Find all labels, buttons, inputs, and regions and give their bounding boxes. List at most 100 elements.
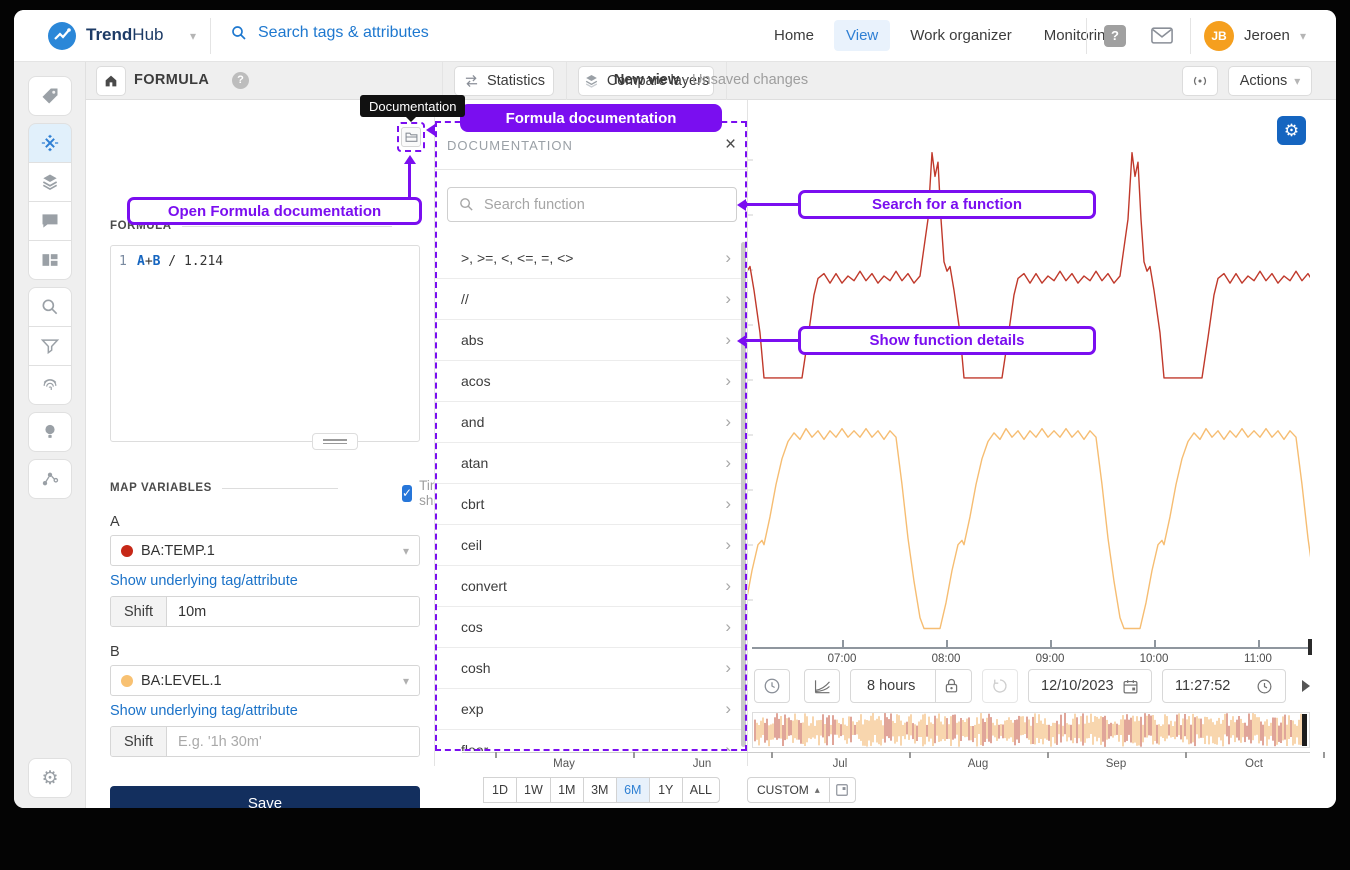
month-tick (1047, 752, 1049, 758)
function-list-item[interactable]: floor › (435, 730, 749, 751)
sidebar-item-connections[interactable] (28, 459, 72, 499)
date-picker[interactable]: 12/10/2023 (1028, 669, 1152, 703)
function-search[interactable] (447, 187, 737, 222)
avatar[interactable]: JB (1204, 21, 1234, 51)
global-search-input[interactable] (258, 24, 518, 42)
sidebar-item-layers[interactable] (28, 162, 72, 202)
annotation-arrowhead (737, 335, 746, 347)
shift-input[interactable] (167, 727, 419, 756)
fingerprint-icon (40, 375, 60, 395)
variable-block: B BA:LEVEL.1 ▾ Show underlying tag/attri… (110, 644, 420, 757)
user-menu-caret-icon[interactable]: ▾ (1300, 29, 1306, 43)
function-list-item[interactable]: >, >=, <, <=, =, <> › (435, 238, 749, 279)
custom-range-button[interactable]: CUSTOM ▴ (747, 777, 830, 803)
clock-icon (1256, 678, 1273, 695)
x-axis-tick (1050, 640, 1052, 647)
trend-compare-button[interactable] (804, 669, 840, 703)
formula-icon (40, 133, 60, 153)
month-label: Aug (948, 758, 1008, 770)
mail-icon[interactable] (1151, 27, 1173, 45)
function-list-item[interactable]: cbrt › (435, 484, 749, 525)
actions-button[interactable]: Actions ▾ (1228, 66, 1312, 96)
sidebar-item-settings[interactable]: ⚙ (28, 758, 72, 798)
function-name: acos (461, 373, 491, 389)
variable-name: A (110, 514, 420, 530)
sidebar-item-filter[interactable] (28, 326, 72, 366)
time-mode-button[interactable] (754, 669, 790, 703)
user-name[interactable]: Jeroen (1244, 27, 1290, 44)
range-button[interactable]: ALL (682, 777, 720, 803)
show-underlying-link[interactable]: Show underlying tag/attribute (110, 703, 420, 719)
clock-icon (763, 677, 781, 695)
shift-input[interactable] (167, 597, 419, 626)
close-icon[interactable]: × (725, 134, 736, 156)
function-name: atan (461, 455, 488, 471)
sidebar-item-tag[interactable] (28, 76, 72, 116)
save-button[interactable]: Save (110, 786, 420, 808)
gear-icon: ⚙ (1284, 121, 1299, 141)
axis-drag-handle[interactable] (1308, 639, 1312, 655)
function-list-item[interactable]: cos › (435, 607, 749, 648)
range-button[interactable]: 3M (583, 777, 617, 803)
annotation-show-details: Show function details (798, 326, 1096, 355)
function-name: ceil (461, 537, 482, 553)
sidebar-item-ideas[interactable] (28, 412, 72, 452)
scrollbar-thumb[interactable] (741, 242, 746, 747)
function-name: // (461, 291, 469, 307)
range-button[interactable]: 1Y (649, 777, 683, 803)
formula-editor[interactable]: 1 A+B / 1.214 (110, 245, 420, 442)
sidebar-item-search[interactable] (28, 287, 72, 327)
nav-item[interactable]: Home (762, 20, 826, 51)
overview-drag-handle[interactable] (1302, 714, 1307, 746)
function-list-item[interactable]: atan › (435, 443, 749, 484)
logo-caret-icon[interactable]: ▾ (190, 29, 196, 43)
step-forward-button[interactable] (1296, 676, 1316, 696)
open-documentation-button[interactable] (401, 127, 421, 147)
sidebar-item-comments[interactable] (28, 201, 72, 241)
chart-settings-button[interactable]: ⚙ (1277, 116, 1306, 145)
function-list-item[interactable]: // › (435, 279, 749, 320)
x-axis-tick (842, 640, 844, 647)
overview-strip[interactable] (752, 712, 1310, 748)
custom-range-group: CUSTOM ▴ (747, 777, 856, 803)
nav-item[interactable]: View (834, 20, 890, 51)
function-list-item[interactable]: acos › (435, 361, 749, 402)
editor-resize-handle[interactable] (312, 433, 358, 450)
caret-up-icon: ▴ (815, 785, 820, 796)
range-button[interactable]: 6M (616, 777, 650, 803)
global-search[interactable] (230, 24, 518, 42)
help-icon[interactable]: ? (1104, 25, 1126, 47)
range-button[interactable]: 1D (483, 777, 517, 803)
divider (182, 226, 392, 227)
shift-input-group: Shift (110, 596, 420, 627)
show-underlying-link[interactable]: Show underlying tag/attribute (110, 573, 420, 589)
divider (935, 670, 936, 702)
function-list-item[interactable]: ceil › (435, 525, 749, 566)
nav-item[interactable]: Work organizer (898, 20, 1023, 51)
function-list-item[interactable]: convert › (435, 566, 749, 607)
play-icon (1301, 680, 1311, 692)
tag-select[interactable]: BA:LEVEL.1 ▾ (110, 665, 420, 696)
function-list-item[interactable]: exp › (435, 689, 749, 730)
duration-button[interactable]: 8 hours (850, 669, 972, 703)
actions-caret-icon: ▾ (1294, 74, 1300, 88)
sidebar-item-formula[interactable] (28, 123, 72, 163)
variable-mappings: A BA:TEMP.1 ▾ Show underlying tag/attrib… (110, 514, 420, 757)
trendhub-logo-icon[interactable] (48, 22, 76, 50)
function-list-item[interactable]: abs › (435, 320, 749, 361)
tag-select[interactable]: BA:TEMP.1 ▾ (110, 535, 420, 566)
sidebar-item-dashboard[interactable] (28, 240, 72, 280)
range-button[interactable]: 1M (550, 777, 584, 803)
history-reset-button[interactable] (982, 669, 1018, 703)
function-list-item[interactable]: cosh › (435, 648, 749, 689)
time-picker[interactable]: 11:27:52 (1162, 669, 1286, 703)
annotation-arrowhead (404, 155, 416, 164)
function-list-item[interactable]: and › (435, 402, 749, 443)
live-broadcast-button[interactable] (1182, 66, 1218, 96)
custom-range-picker-button[interactable] (830, 777, 856, 803)
sidebar-item-fingerprint[interactable] (28, 365, 72, 405)
range-button[interactable]: 1W (516, 777, 551, 803)
trend-chart[interactable] (748, 100, 1310, 648)
function-search-input[interactable] (484, 197, 726, 213)
checkbox-checked-icon[interactable]: ✓ (402, 485, 412, 502)
